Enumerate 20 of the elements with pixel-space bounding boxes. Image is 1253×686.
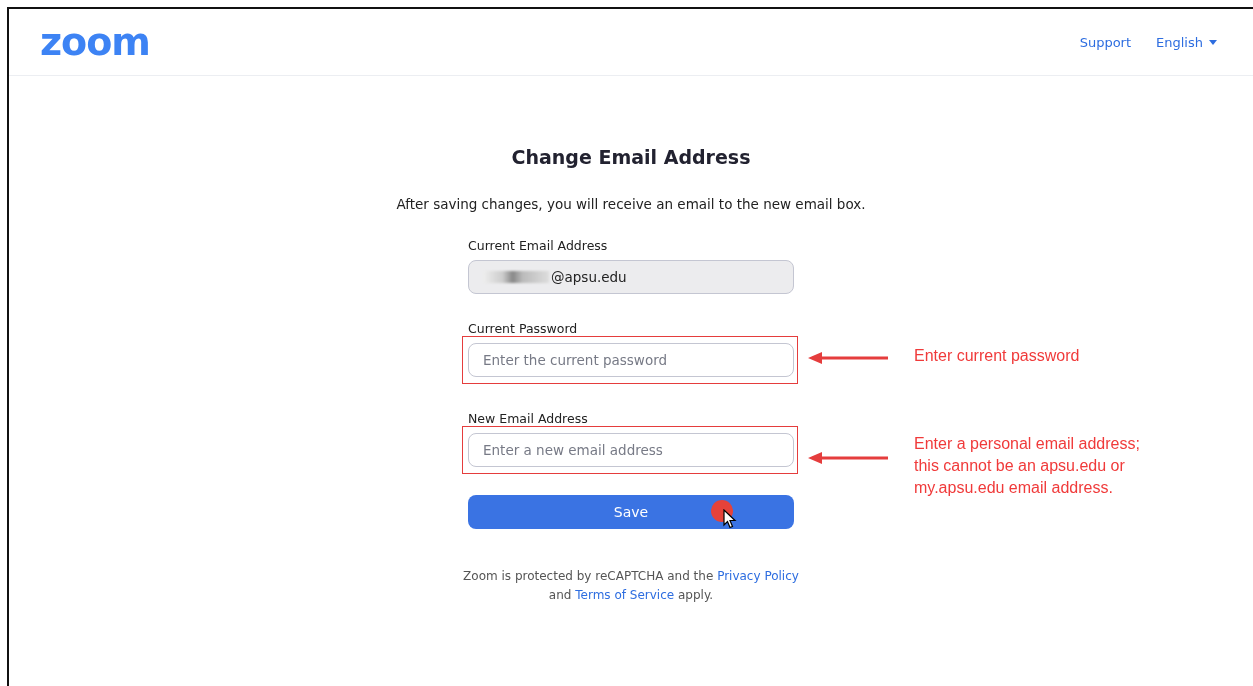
arrow-icon <box>808 352 888 364</box>
input-field[interactable]: Enter a new email address <box>468 433 794 467</box>
page-title: Change Email Address <box>511 146 751 168</box>
caret-icon <box>1209 39 1217 45</box>
input-field[interactable]: Enter the current password <box>468 343 794 377</box>
field-label: New Email Address <box>468 411 589 426</box>
annotation-text: Enter a personal email address; this cannot be an apsu.edu or my.apsu.edu email address. <box>914 434 1140 498</box>
terms-link[interactable]: Terms of Service <box>575 588 675 602</box>
info-text: After saving changes, you will receive an email to the new email box. <box>396 196 866 212</box>
field-label: Current Password <box>468 321 579 336</box>
save-button[interactable]: Save <box>468 495 794 529</box>
privacy-policy-link[interactable]: Privacy Policy <box>717 569 799 583</box>
field-label: Current Email Address <box>468 238 609 253</box>
language-dropdown[interactable]: English <box>1156 34 1217 50</box>
arrow-icon <box>808 452 888 464</box>
support-link[interactable]: Support <box>1079 34 1132 50</box>
recaptcha-notice: Zoom is protected by reCAPTCHA and the Privacy Policy and Terms of Service apply. <box>462 568 800 604</box>
zoom-logo[interactable]: zoom <box>40 23 150 61</box>
cursor-icon <box>723 509 737 529</box>
annotation-text: Enter current password <box>914 346 1080 366</box>
